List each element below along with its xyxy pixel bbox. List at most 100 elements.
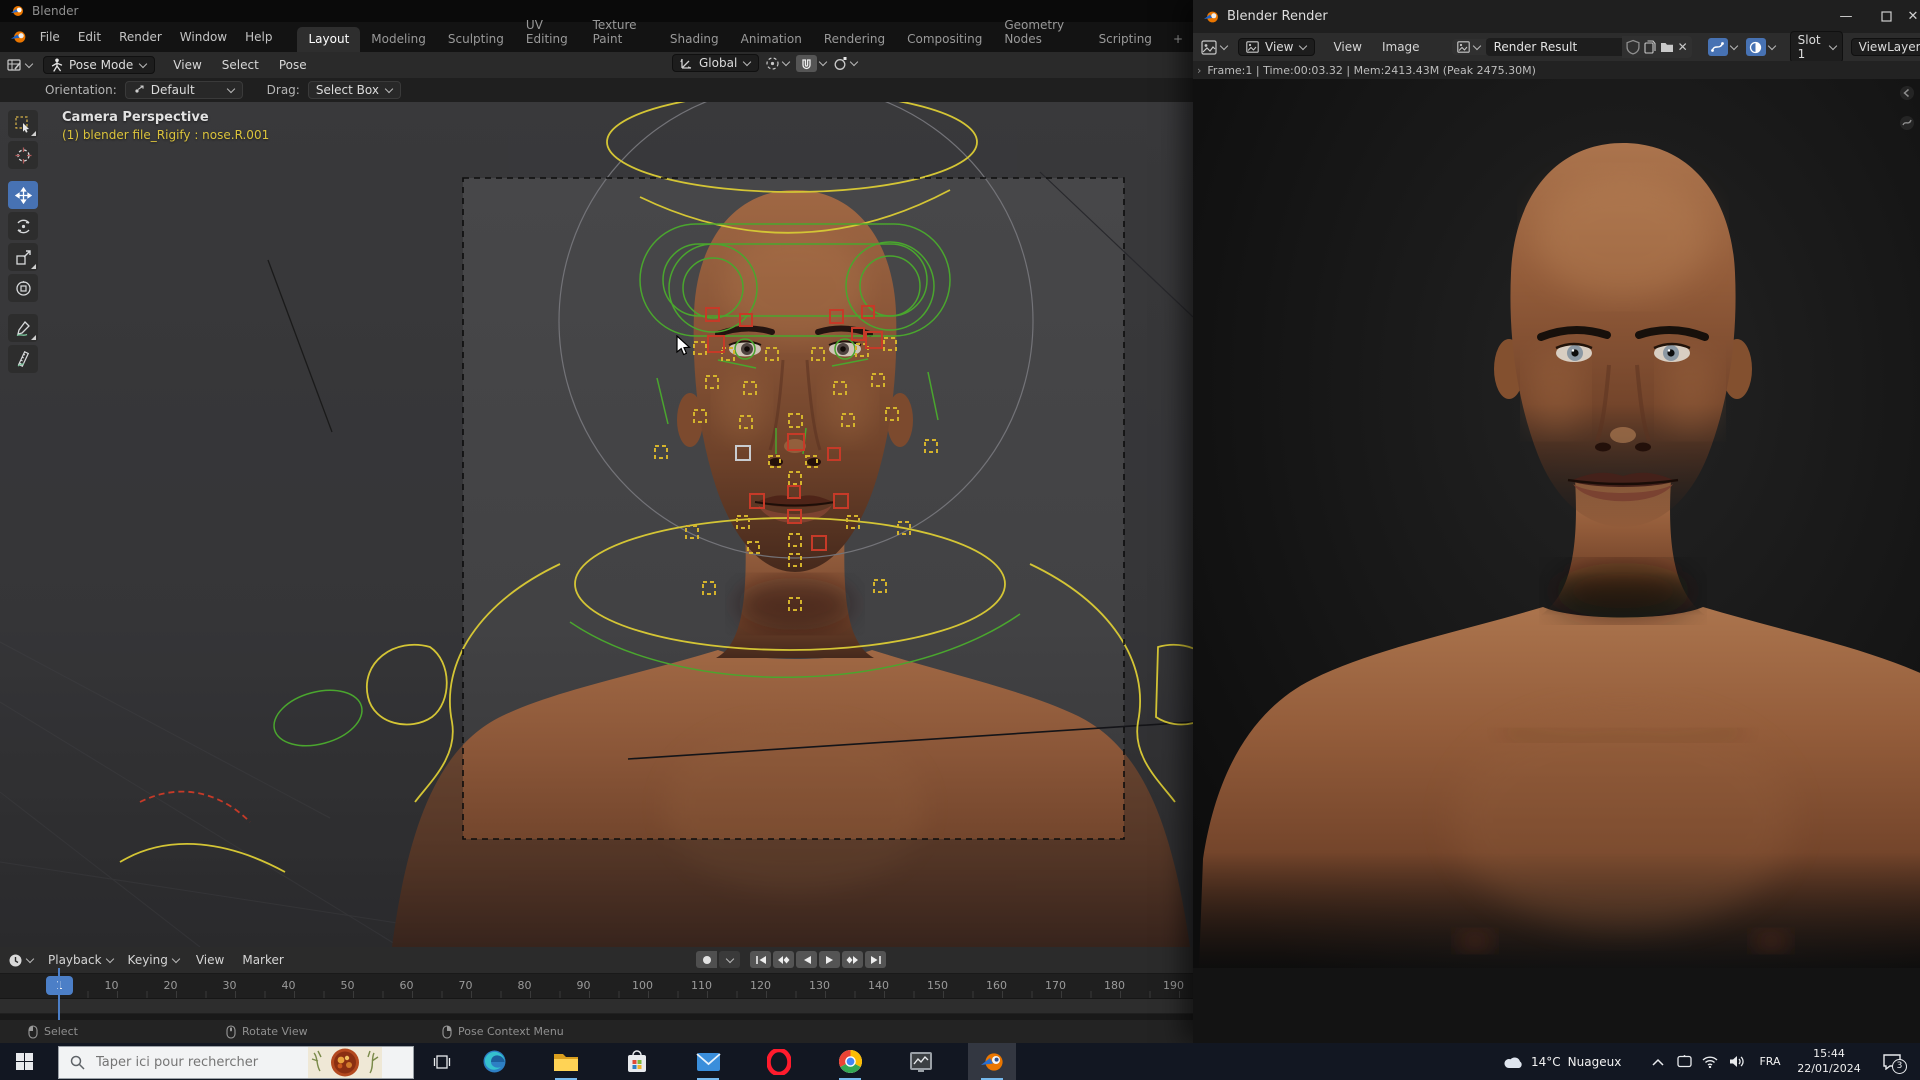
tab-uv-editing[interactable]: UV Editing <box>515 13 582 52</box>
keying-options-dropdown[interactable] <box>719 951 740 968</box>
start-button[interactable] <box>0 1043 48 1080</box>
editor-type-dropdown[interactable] <box>1201 39 1228 55</box>
timeline-editor-type-dropdown[interactable] <box>8 953 34 968</box>
new-image-copy-icon[interactable] <box>1644 40 1656 54</box>
tray-language[interactable]: FRA <box>1752 1043 1788 1080</box>
viewport-scene[interactable] <box>0 102 1193 947</box>
timeline-marker-menu[interactable]: Marker <box>242 953 283 967</box>
tool-cursor[interactable] <box>8 141 38 169</box>
taskbar-search[interactable] <box>58 1046 414 1079</box>
snap-options-dropdown[interactable] <box>819 59 827 67</box>
tab-compositing[interactable]: Compositing <box>896 27 993 52</box>
snap-toggle[interactable] <box>796 54 818 72</box>
tab-texture-paint[interactable]: Texture Paint <box>582 13 659 52</box>
proportional-editing-icon[interactable] <box>833 56 848 71</box>
jump-prev-keyframe-button[interactable] <box>773 951 794 968</box>
taskbar-file-explorer[interactable] <box>542 1043 590 1080</box>
jump-to-start-button[interactable] <box>750 951 771 968</box>
viewport-canvas[interactable]: Camera Perspective (1) blender file_Rigi… <box>0 102 1193 947</box>
render-slot-dropdown[interactable]: Slot 1 <box>1789 31 1843 63</box>
minimize-button[interactable]: — <box>1826 0 1866 33</box>
keying-menu[interactable]: Keying <box>128 953 180 967</box>
tool-rotate[interactable] <box>8 212 38 240</box>
tray-weather[interactable]: 14°C Nuageux <box>1504 1043 1644 1080</box>
tab-rendering[interactable]: Rendering <box>813 27 896 52</box>
tray-clock[interactable]: 15:44 22/01/2024 <box>1790 1043 1868 1080</box>
search-input[interactable] <box>94 1054 308 1071</box>
tool-scale[interactable] <box>8 243 38 271</box>
taskbar-opera[interactable] <box>755 1043 803 1080</box>
display-channels-dropdown[interactable] <box>1745 38 1766 56</box>
udim-grid-toggle[interactable] <box>1707 38 1728 56</box>
tool-tweak-select[interactable] <box>8 110 38 138</box>
menu-view[interactable]: View <box>163 58 211 72</box>
view-layer-dropdown[interactable]: ViewLayer <box>1850 38 1920 56</box>
display-mode-dropdown[interactable]: View <box>1238 38 1316 56</box>
tab-scripting[interactable]: Scripting <box>1088 27 1163 52</box>
image-name-field[interactable]: Render Result <box>1485 38 1622 56</box>
image-browse-dropdown[interactable] <box>1451 39 1486 55</box>
expand-arrow-icon[interactable]: › <box>1197 64 1201 77</box>
frame-ruler[interactable]: 10 20 30 40 50 60 70 80 90 100 110 120 130 140 … <box>0 974 1193 999</box>
playhead[interactable] <box>58 968 60 1020</box>
tab-layout[interactable]: Layout <box>297 27 361 52</box>
jump-next-keyframe-button[interactable] <box>842 951 863 968</box>
tray-device-button[interactable] <box>1672 1043 1696 1080</box>
tab-geometry-nodes[interactable]: Geometry Nodes <box>993 13 1087 52</box>
menu-select[interactable]: Select <box>212 58 269 72</box>
search-daily-image[interactable] <box>308 1047 382 1078</box>
tray-volume-button[interactable] <box>1724 1043 1750 1080</box>
blender-logo-icon[interactable] <box>10 28 27 46</box>
action-center-button[interactable]: 3 <box>1872 1043 1912 1080</box>
menu-help[interactable]: Help <box>236 22 281 52</box>
playback-menu[interactable]: Playback <box>48 953 114 967</box>
menu-render[interactable]: Render <box>110 22 171 52</box>
mode-dropdown[interactable]: Pose Mode <box>43 56 156 74</box>
tab-shading[interactable]: Shading <box>659 27 730 52</box>
transform-orientation-dropdown[interactable]: Global <box>672 54 760 72</box>
default-orientation-dropdown[interactable]: Default <box>124 81 243 99</box>
tab-animation[interactable]: Animation <box>730 27 813 52</box>
play-button[interactable] <box>819 951 840 968</box>
chevron-down-icon[interactable] <box>1730 43 1738 51</box>
tray-expand-button[interactable] <box>1646 1043 1670 1080</box>
tab-modeling[interactable]: Modeling <box>360 27 437 52</box>
taskbar-chrome[interactable] <box>826 1043 874 1080</box>
close-button[interactable]: ✕ <box>1906 0 1920 33</box>
taskbar-blender-active[interactable] <box>968 1043 1016 1080</box>
tool-measure[interactable] <box>8 345 38 373</box>
pivot-point-dropdown[interactable] <box>765 56 790 71</box>
fake-user-shield-icon[interactable] <box>1625 38 1640 56</box>
auto-keying-toggle[interactable] <box>696 951 717 968</box>
timeline-track-area[interactable] <box>0 999 1193 1014</box>
jump-to-end-button[interactable] <box>865 951 886 968</box>
unlink-image-icon[interactable]: ✕ <box>1678 40 1688 54</box>
tool-transform[interactable] <box>8 274 38 302</box>
taskbar-mail[interactable] <box>684 1043 732 1080</box>
maximize-button[interactable] <box>1866 0 1906 33</box>
rw-menu-image[interactable]: Image <box>1372 40 1430 54</box>
timeline-view-menu[interactable]: View <box>196 953 224 967</box>
render-result-image[interactable] <box>1193 79 1920 1043</box>
taskbar-edge[interactable] <box>470 1043 518 1080</box>
chevron-down-icon[interactable] <box>1768 43 1776 51</box>
tool-gizmo-icon[interactable] <box>1899 115 1915 131</box>
menu-file[interactable]: File <box>31 22 69 52</box>
drag-mode-dropdown[interactable]: Select Box <box>307 81 401 99</box>
editor-type-dropdown[interactable] <box>6 57 33 73</box>
tray-wifi-button[interactable] <box>1698 1043 1722 1080</box>
tool-move[interactable] <box>8 181 38 209</box>
menu-pose[interactable]: Pose <box>269 58 317 72</box>
open-folder-icon[interactable] <box>1660 41 1674 53</box>
rw-menu-view[interactable]: View <box>1323 40 1371 54</box>
menu-edit[interactable]: Edit <box>69 22 110 52</box>
menu-window[interactable]: Window <box>171 22 236 52</box>
taskbar-ms-store[interactable] <box>613 1043 661 1080</box>
tab-sculpting[interactable]: Sculpting <box>437 27 515 52</box>
tool-annotate[interactable] <box>8 314 38 342</box>
play-reverse-button[interactable] <box>796 951 817 968</box>
task-view-button[interactable] <box>420 1043 464 1080</box>
add-workspace-button[interactable]: + <box>1163 27 1193 52</box>
panel-arrow-icon[interactable] <box>1899 85 1915 101</box>
taskbar-capture-app[interactable] <box>897 1043 945 1080</box>
